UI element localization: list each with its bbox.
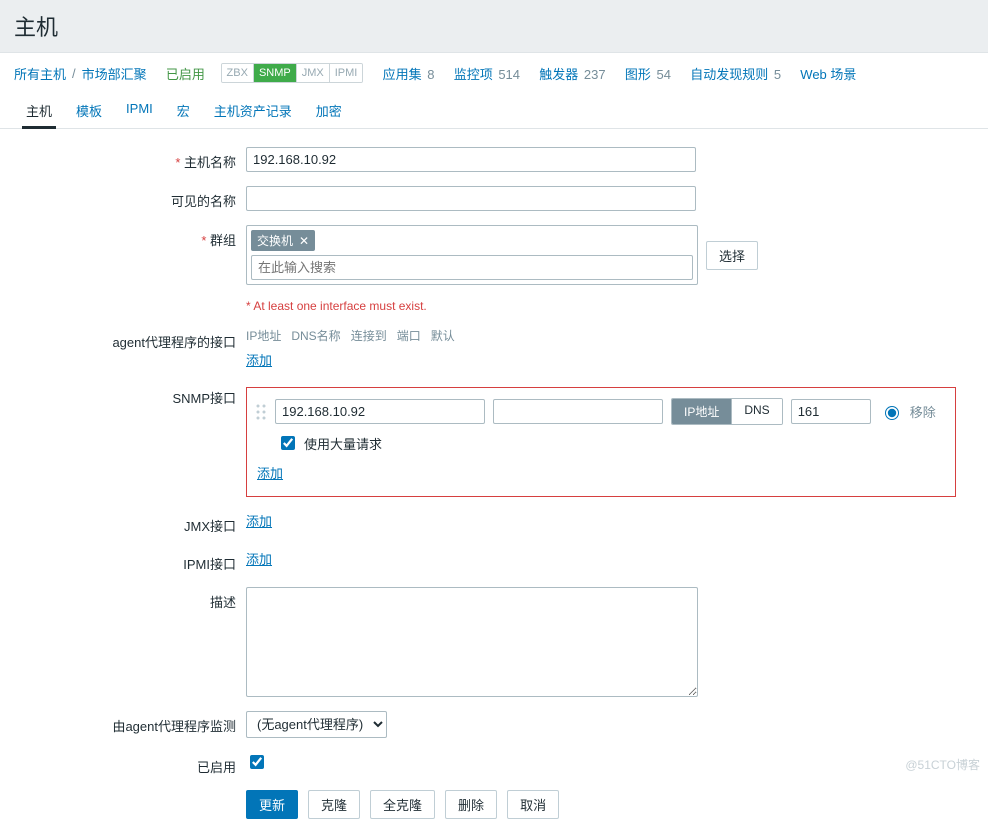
ipmi-add-link[interactable]: 添加: [246, 549, 272, 568]
monitored-by-label: 由agent代理程序监测: [14, 711, 246, 735]
link-items[interactable]: 监控项 514: [454, 64, 520, 83]
groups-select-button[interactable]: 选择: [706, 241, 758, 270]
snmp-connect-dns[interactable]: DNS: [731, 399, 781, 424]
breadcrumb-all-hosts[interactable]: 所有主机: [14, 64, 66, 83]
snmp-iface-label: SNMP接口: [14, 383, 246, 407]
snmp-section-highlight: IP地址 DNS 移除 使用大量请求 添加: [246, 387, 956, 497]
snmp-connect-ip[interactable]: IP地址: [672, 399, 731, 424]
groups-search-input[interactable]: [251, 255, 693, 280]
link-graphs[interactable]: 图形 54: [625, 64, 671, 83]
update-button[interactable]: 更新: [246, 790, 298, 819]
enabled-checkbox[interactable]: [250, 755, 264, 769]
breadcrumb-current[interactable]: 市场部汇聚: [82, 64, 147, 83]
visible-name-label: 可见的名称: [14, 186, 246, 210]
snmp-default-radio[interactable]: [885, 406, 899, 420]
pill-jmx: JMX: [296, 64, 329, 82]
clone-button[interactable]: 克隆: [308, 790, 360, 819]
pill-ipmi: IPMI: [329, 64, 363, 82]
link-discovery[interactable]: 自动发现规则 5: [690, 64, 781, 83]
drag-handle-icon[interactable]: [255, 400, 267, 424]
link-applications[interactable]: 应用集 8: [383, 64, 435, 83]
monitored-by-select[interactable]: (无agent代理程序): [246, 711, 387, 738]
cancel-button[interactable]: 取消: [507, 790, 559, 819]
snmp-ip-input[interactable]: [275, 399, 485, 424]
group-tag: 交换机 ✕: [251, 230, 315, 251]
jmx-add-link[interactable]: 添加: [246, 511, 272, 530]
groups-label: 群组: [14, 225, 246, 249]
breadcrumb-separator: /: [72, 66, 76, 81]
snmp-connect-toggle[interactable]: IP地址 DNS: [671, 398, 783, 425]
pill-zbx: ZBX: [222, 64, 253, 82]
delete-button[interactable]: 删除: [445, 790, 497, 819]
breadcrumb: 所有主机 / 市场部汇聚 已启用 ZBX SNMP JMX IPMI 应用集 8…: [0, 53, 988, 89]
snmp-dns-input[interactable]: [493, 399, 663, 424]
agent-add-link[interactable]: 添加: [246, 350, 272, 369]
pill-snmp: SNMP: [253, 64, 296, 82]
host-name-input[interactable]: [246, 147, 696, 172]
tab-host[interactable]: 主机: [14, 93, 64, 128]
group-tag-remove-icon[interactable]: ✕: [299, 234, 309, 248]
tab-macros[interactable]: 宏: [165, 93, 202, 128]
link-triggers[interactable]: 触发器 237: [539, 64, 605, 83]
snmp-port-input[interactable]: [791, 399, 871, 424]
status-enabled: 已启用: [166, 64, 205, 83]
snmp-remove-link[interactable]: 移除: [910, 402, 936, 421]
host-name-label: 主机名称: [14, 147, 246, 171]
link-web[interactable]: Web 场景: [800, 64, 856, 83]
availability-pills: ZBX SNMP JMX IPMI: [221, 63, 364, 83]
ipmi-iface-label: IPMI接口: [14, 549, 246, 573]
group-tag-label: 交换机: [257, 232, 293, 249]
tab-templates[interactable]: 模板: [64, 93, 114, 128]
snmp-bulk-checkbox[interactable]: [281, 436, 295, 450]
tab-inventory[interactable]: 主机资产记录: [202, 93, 304, 128]
tab-encryption[interactable]: 加密: [304, 93, 354, 128]
interface-warning: * At least one interface must exist.: [246, 299, 427, 313]
description-label: 描述: [14, 587, 246, 611]
tab-ipmi[interactable]: IPMI: [114, 93, 165, 128]
snmp-bulk-label: 使用大量请求: [304, 434, 382, 453]
enabled-label: 已启用: [14, 752, 246, 776]
groups-multiselect[interactable]: 交换机 ✕: [246, 225, 698, 285]
agent-iface-label: agent代理程序的接口: [14, 327, 246, 351]
page-title: 主机: [14, 10, 974, 42]
full-clone-button[interactable]: 全克隆: [370, 790, 435, 819]
tabbar: 主机 模板 IPMI 宏 主机资产记录 加密: [0, 93, 988, 129]
snmp-add-link[interactable]: 添加: [257, 466, 283, 481]
jmx-iface-label: JMX接口: [14, 511, 246, 535]
interface-columns: IP地址 DNS名称 连接到 端口 默认: [246, 327, 455, 344]
visible-name-input[interactable]: [246, 186, 696, 211]
description-textarea[interactable]: [246, 587, 698, 697]
